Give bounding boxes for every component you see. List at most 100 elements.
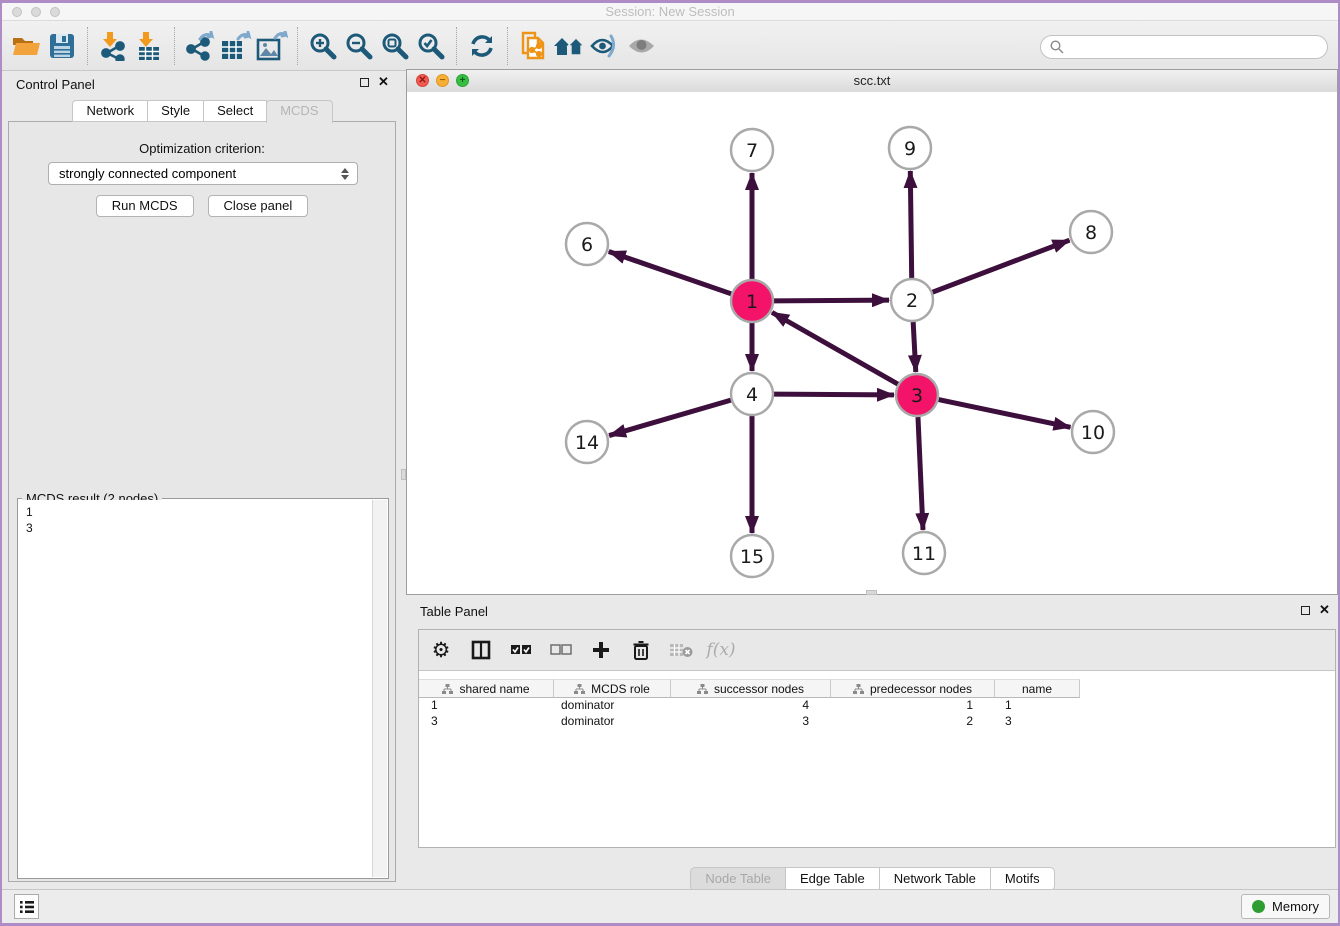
- refresh-icon: [468, 32, 496, 60]
- open-session-button[interactable]: [8, 27, 44, 65]
- import-network-button[interactable]: [95, 27, 131, 65]
- float-panel-icon[interactable]: [360, 78, 369, 87]
- float-table-panel-icon[interactable]: [1301, 606, 1310, 615]
- column-label: name: [1022, 682, 1052, 696]
- table-toolbar: ⚙: [419, 630, 1335, 671]
- close-panel-icon[interactable]: ✕: [378, 77, 389, 87]
- import-table-icon: [135, 31, 163, 61]
- node-label-1: 1: [746, 291, 758, 313]
- apply-layout-button[interactable]: [464, 27, 500, 65]
- import-table-button[interactable]: [131, 27, 167, 65]
- search-input[interactable]: [1070, 39, 1327, 56]
- table-cell: 1: [419, 698, 554, 714]
- memory-button[interactable]: Memory: [1241, 894, 1330, 919]
- show-columns-button[interactable]: [469, 638, 493, 662]
- first-neighbors-button[interactable]: [551, 27, 587, 65]
- column-label: successor nodes: [714, 682, 804, 696]
- edge-4-3[interactable]: [774, 394, 894, 395]
- column-header-mcds-role[interactable]: MCDS role: [554, 679, 671, 698]
- node-label-10: 10: [1081, 422, 1105, 444]
- zoom-in-button[interactable]: [305, 27, 341, 65]
- edge-3-11[interactable]: [918, 417, 923, 530]
- table-cell: dominator: [554, 698, 671, 714]
- node-label-2: 2: [906, 290, 918, 312]
- zoom-fit-button[interactable]: [377, 27, 413, 65]
- table-cell: 3: [419, 714, 554, 730]
- edge-4-14[interactable]: [609, 400, 731, 435]
- column-header-shared-name[interactable]: shared name: [419, 679, 554, 698]
- tab-network-table[interactable]: Network Table: [879, 867, 991, 891]
- delete-table-icon: [669, 642, 693, 658]
- edge-3-1[interactable]: [772, 312, 898, 384]
- task-history-button[interactable]: [14, 894, 39, 919]
- node-label-15: 15: [740, 546, 764, 568]
- node-label-8: 8: [1085, 222, 1097, 244]
- search-field[interactable]: [1040, 35, 1328, 59]
- add-column-button[interactable]: [589, 638, 613, 662]
- horizontal-splitter-handle[interactable]: [866, 590, 877, 595]
- tab-edge-table[interactable]: Edge Table: [785, 867, 880, 891]
- optimization-criterion-label: Optimization criterion:: [9, 141, 395, 156]
- select-all-button[interactable]: [509, 638, 533, 662]
- column-header-successor-nodes[interactable]: successor nodes: [671, 679, 831, 698]
- table-rows: 1dominator4113dominator323: [419, 698, 1335, 730]
- unchecked-boxes-icon: [550, 643, 572, 657]
- node-label-4: 4: [746, 384, 758, 406]
- zoom-selected-button[interactable]: [413, 27, 449, 65]
- edge-3-10[interactable]: [939, 400, 1071, 428]
- status-bar: Memory: [2, 889, 1338, 923]
- network-graph[interactable]: 7968124314101511: [407, 92, 1337, 594]
- zoom-fit-icon: [381, 32, 409, 60]
- title-bar: Session: New Session: [2, 3, 1338, 21]
- table-row[interactable]: 3dominator323: [419, 714, 1335, 730]
- column-header-name[interactable]: name: [995, 679, 1080, 698]
- network-window-titlebar[interactable]: ✕ − + scc.txt: [407, 70, 1337, 93]
- close-table-panel-icon[interactable]: ✕: [1319, 605, 1330, 615]
- optimization-criterion-select[interactable]: strongly connected component: [48, 162, 358, 185]
- vertical-splitter-handle[interactable]: [401, 469, 406, 480]
- export-table-button[interactable]: [218, 27, 254, 65]
- edge-1-2[interactable]: [774, 300, 889, 301]
- hide-selected-button[interactable]: [587, 27, 623, 65]
- tab-node-table[interactable]: Node Table: [690, 867, 786, 891]
- edge-2-3[interactable]: [913, 322, 916, 372]
- show-all-button[interactable]: [623, 27, 659, 65]
- deselect-all-button[interactable]: [549, 638, 573, 662]
- table-row[interactable]: 1dominator411: [419, 698, 1335, 714]
- eye-slash-icon: [589, 33, 621, 59]
- table-panel-title: Table Panel: [420, 604, 488, 619]
- column-header-predecessor-nodes[interactable]: predecessor nodes: [831, 679, 995, 698]
- column-tree-icon: [853, 684, 864, 694]
- table-settings-button[interactable]: ⚙: [429, 638, 453, 662]
- application-window: Session: New Session: [0, 0, 1340, 926]
- table-column-headers: shared nameMCDS role successor nodes prede…: [419, 679, 1080, 698]
- edge-1-6[interactable]: [609, 252, 731, 294]
- tab-mcds[interactable]: MCDS: [266, 100, 332, 123]
- toolbar-separator: [297, 27, 298, 65]
- toolbar-separator: [507, 27, 508, 65]
- export-network-button[interactable]: [182, 27, 218, 65]
- table-cell: 2: [831, 714, 995, 730]
- delete-columns-button[interactable]: [629, 638, 653, 662]
- delete-table-button[interactable]: [669, 638, 693, 662]
- column-label: predecessor nodes: [870, 682, 972, 696]
- toolbar-separator: [87, 27, 88, 65]
- select-stepper-icon: [341, 168, 349, 180]
- zoom-out-button[interactable]: [341, 27, 377, 65]
- tab-select[interactable]: Select: [203, 100, 267, 122]
- control-panel-title: Control Panel: [16, 77, 95, 92]
- export-image-button[interactable]: [254, 27, 290, 65]
- mcds-result-text[interactable]: 1 3: [19, 500, 373, 877]
- result-scrollbar[interactable]: [372, 500, 387, 877]
- tab-motifs[interactable]: Motifs: [990, 867, 1055, 891]
- node-label-6: 6: [581, 234, 593, 256]
- save-session-button[interactable]: [44, 27, 80, 65]
- new-network-from-selection-button[interactable]: [515, 27, 551, 65]
- run-mcds-button[interactable]: Run MCDS: [96, 195, 194, 217]
- edge-2-9[interactable]: [910, 171, 911, 278]
- edge-2-8[interactable]: [933, 240, 1070, 292]
- function-builder-button[interactable]: f(x): [709, 638, 733, 662]
- tab-style[interactable]: Style: [147, 100, 204, 122]
- close-panel-button[interactable]: Close panel: [208, 195, 309, 217]
- tab-network[interactable]: Network: [72, 100, 148, 122]
